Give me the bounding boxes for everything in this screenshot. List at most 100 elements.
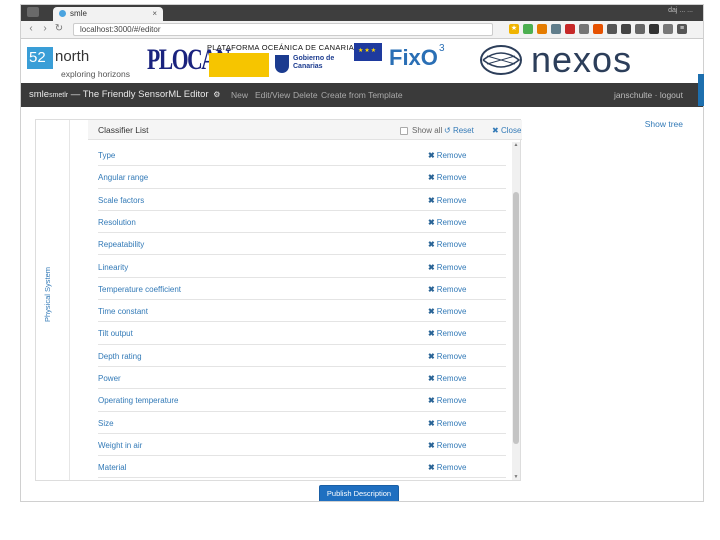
classifier-scrollbar[interactable]: ▲ ▼ bbox=[512, 142, 520, 480]
remove-button[interactable]: ✖ Remove bbox=[428, 352, 467, 361]
nav-delete[interactable]: Delete bbox=[293, 90, 318, 100]
brand-main: smle bbox=[29, 89, 50, 100]
extension-icon[interactable] bbox=[607, 24, 617, 34]
remove-button[interactable]: ✖ Remove bbox=[428, 173, 467, 182]
logo-fixo3: FixO 3 bbox=[389, 41, 461, 81]
back-icon[interactable]: ‹ bbox=[25, 23, 37, 34]
classifier-name[interactable]: Scale factors bbox=[98, 196, 144, 205]
list-item: Weight in air ✖ Remove bbox=[98, 434, 506, 457]
classifier-name[interactable]: Size bbox=[98, 419, 114, 428]
show-all-label[interactable]: Show all bbox=[412, 126, 442, 135]
publish-description-button[interactable]: Publish Description bbox=[319, 485, 399, 501]
forward-icon[interactable]: › bbox=[39, 23, 51, 34]
logo-52north-tagline: exploring horizons bbox=[61, 69, 130, 79]
window-menu-icon[interactable] bbox=[27, 7, 39, 17]
tab-close-icon[interactable]: × bbox=[152, 9, 157, 18]
classifier-name[interactable]: Weight in air bbox=[98, 441, 142, 450]
remove-icon: ✖ bbox=[428, 396, 435, 406]
classifier-name[interactable]: Linearity bbox=[98, 263, 128, 272]
remove-label: Remove bbox=[436, 173, 467, 183]
extension-icon[interactable] bbox=[663, 24, 673, 34]
classifier-list-title: Classifier List bbox=[98, 125, 149, 135]
remove-icon: ✖ bbox=[428, 195, 435, 205]
url-field[interactable]: localhost:3000/#/editor bbox=[73, 23, 493, 36]
nav-create-from-template[interactable]: Create from Template bbox=[321, 90, 403, 100]
show-all-checkbox[interactable] bbox=[400, 127, 408, 135]
remove-button[interactable]: ✖ Remove bbox=[428, 240, 467, 249]
nav-edit-view[interactable]: Edit/View bbox=[255, 90, 290, 100]
remove-button[interactable]: ✖ Remove bbox=[428, 374, 467, 383]
classifier-name[interactable]: Angular range bbox=[98, 173, 148, 182]
remove-label: Remove bbox=[436, 307, 467, 317]
scroll-thumb[interactable] bbox=[513, 192, 519, 444]
physical-system-panel: Physical System Classifier List Show all… bbox=[35, 119, 522, 481]
bookmark-star-icon[interactable]: ★ bbox=[509, 24, 519, 34]
classifier-name[interactable]: Tilt output bbox=[98, 329, 133, 338]
close-button[interactable]: ✖ Close bbox=[492, 126, 521, 135]
classifier-name[interactable]: Resolution bbox=[98, 218, 136, 227]
remove-label: Remove bbox=[436, 217, 467, 227]
extension-icon[interactable] bbox=[579, 24, 589, 34]
logo-gobierno-canarias: Gobierno de Canarias bbox=[275, 53, 345, 77]
canarias-shield-icon bbox=[275, 55, 289, 73]
extension-icon[interactable] bbox=[537, 24, 547, 34]
physical-system-label[interactable]: Physical System bbox=[43, 267, 52, 322]
app-brand[interactable]: smlesmetlr — The Friendly SensorML Edito… bbox=[29, 89, 220, 100]
classifier-name[interactable]: Operating temperature bbox=[98, 396, 179, 405]
remove-icon: ✖ bbox=[428, 217, 435, 227]
list-item: Material ✖ Remove bbox=[98, 456, 506, 478]
extension-icon[interactable] bbox=[565, 24, 575, 34]
gear-icon[interactable]: ⚙ bbox=[213, 90, 220, 99]
classifier-name[interactable]: Time constant bbox=[98, 307, 148, 316]
extension-icon[interactable] bbox=[523, 24, 533, 34]
remove-button[interactable]: ✖ Remove bbox=[428, 441, 467, 450]
logo-52north-box: 52 bbox=[27, 47, 53, 69]
extension-icon[interactable] bbox=[593, 24, 603, 34]
remove-icon: ✖ bbox=[428, 351, 435, 361]
browser-tab-bar: smle × daj ... ... bbox=[21, 5, 703, 21]
remove-button[interactable]: ✖ Remove bbox=[428, 307, 467, 316]
browser-tab[interactable]: smle × bbox=[53, 7, 163, 21]
brand-title: — The Friendly SensorML Editor bbox=[68, 89, 209, 100]
extension-icon[interactable] bbox=[551, 24, 561, 34]
classifier-name[interactable]: Temperature coefficient bbox=[98, 285, 181, 294]
show-tree-link[interactable]: Show tree bbox=[645, 119, 683, 129]
extension-icon[interactable] bbox=[621, 24, 631, 34]
remove-icon: ✖ bbox=[428, 240, 435, 250]
remove-icon: ✖ bbox=[428, 262, 435, 272]
remove-icon: ✖ bbox=[428, 151, 435, 160]
remove-button[interactable]: ✖ Remove bbox=[428, 396, 467, 405]
reset-button[interactable]: ↺ Reset bbox=[444, 126, 474, 135]
scroll-up-icon[interactable]: ▲ bbox=[512, 142, 520, 148]
remove-button[interactable]: ✖ Remove bbox=[428, 463, 467, 472]
remove-button[interactable]: ✖ Remove bbox=[428, 329, 467, 338]
remove-button[interactable]: ✖ Remove bbox=[428, 263, 467, 272]
address-bar: ‹ › ↻ localhost:3000/#/editor ★ ≡ bbox=[21, 21, 703, 39]
panel-side-tab[interactable]: Physical System bbox=[36, 120, 70, 480]
extension-icon[interactable] bbox=[635, 24, 645, 34]
user-logout-link[interactable]: janschulte · logout bbox=[614, 90, 683, 100]
app-navbar: smlesmetlr — The Friendly SensorML Edito… bbox=[21, 83, 703, 107]
classifier-name[interactable]: Type bbox=[98, 151, 115, 160]
reload-icon[interactable]: ↻ bbox=[53, 23, 65, 34]
remove-icon: ✖ bbox=[428, 329, 435, 339]
classifier-list-header: Classifier List Show all ↺ Reset ✖ Close bbox=[88, 120, 522, 140]
classifier-name[interactable]: Power bbox=[98, 374, 121, 383]
remove-button[interactable]: ✖ Remove bbox=[428, 285, 467, 294]
close-icon: ✖ bbox=[492, 126, 501, 135]
remove-button[interactable]: ✖ Remove bbox=[428, 218, 467, 227]
remove-button[interactable]: ✖ Remove bbox=[428, 151, 467, 160]
menu-icon[interactable]: ≡ bbox=[677, 24, 687, 34]
nav-new[interactable]: New bbox=[231, 90, 248, 100]
remove-button[interactable]: ✖ Remove bbox=[428, 419, 467, 428]
scroll-down-icon[interactable]: ▼ bbox=[512, 474, 520, 480]
classifier-name[interactable]: Repeatability bbox=[98, 240, 144, 249]
classifier-list: Type ✖ Remove Angular range ✖ Remove Scale… bbox=[98, 144, 510, 478]
remove-button[interactable]: ✖ Remove bbox=[428, 196, 467, 205]
classifier-name[interactable]: Material bbox=[98, 463, 126, 472]
remove-label: Remove bbox=[436, 329, 467, 339]
extension-icon[interactable] bbox=[649, 24, 659, 34]
classifier-name[interactable]: Depth rating bbox=[98, 352, 142, 361]
list-item: Type ✖ Remove bbox=[98, 144, 506, 167]
gobierno-canarias-text: Gobierno de Canarias bbox=[293, 55, 335, 70]
